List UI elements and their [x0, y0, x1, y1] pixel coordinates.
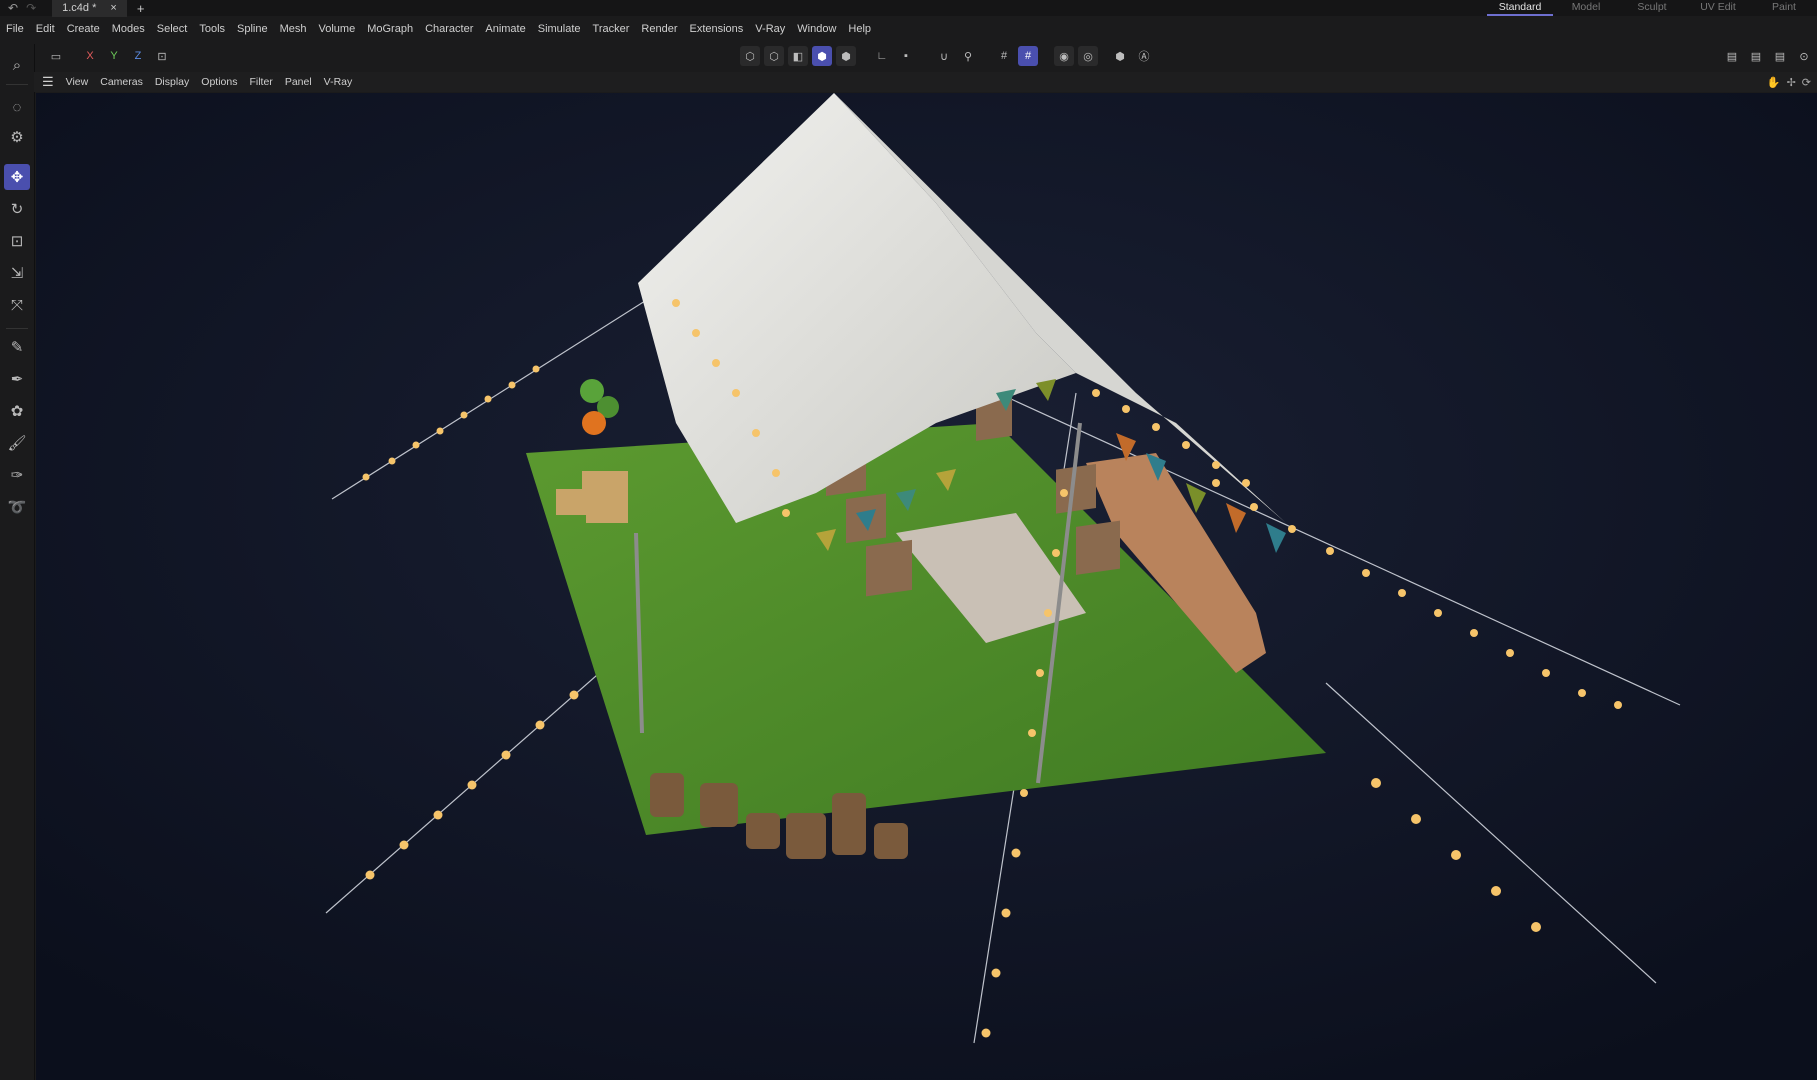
spline-sketch-icon[interactable]: ✒: [4, 366, 30, 392]
undo-icon[interactable]: ↶: [8, 1, 18, 15]
grid-snap-icon[interactable]: #: [994, 46, 1014, 66]
layout-tab-sculpt[interactable]: Sculpt: [1619, 0, 1685, 16]
close-tab-icon[interactable]: ×: [110, 2, 116, 14]
scale-tool-icon[interactable]: ⊡: [4, 228, 30, 254]
knife-icon[interactable]: ✑: [4, 462, 30, 488]
spline-smooth-icon[interactable]: ✿: [4, 398, 30, 424]
render-view-icon[interactable]: ◉: [1054, 46, 1074, 66]
orbit-icon[interactable]: ⟳: [1802, 76, 1811, 89]
lasso-icon[interactable]: ➰: [4, 494, 30, 520]
menu-render[interactable]: Render: [641, 23, 677, 35]
viewport-navigation: ✋ ✢ ⟳: [1767, 72, 1811, 92]
dolly-icon[interactable]: ✢: [1787, 76, 1796, 89]
live-selection-icon[interactable]: ◌: [4, 94, 30, 120]
viewport-menu-icon[interactable]: ☰: [42, 74, 54, 90]
axis-y-toggle[interactable]: Y: [104, 46, 124, 66]
workplane-icon[interactable]: ▪: [896, 46, 916, 66]
menu-help[interactable]: Help: [848, 23, 871, 35]
menu-extensions[interactable]: Extensions: [689, 23, 743, 35]
auto-keying-icon[interactable]: Ⓐ: [1134, 46, 1154, 66]
model-mode-icon[interactable]: ⬢: [812, 46, 832, 66]
pan-icon[interactable]: ✋: [1767, 76, 1781, 89]
snapping-icon[interactable]: #: [1018, 46, 1038, 66]
axis-x-toggle[interactable]: X: [80, 46, 100, 66]
menu-file[interactable]: File: [6, 23, 24, 35]
viewport-menu-filter[interactable]: Filter: [249, 76, 272, 88]
menu-mesh[interactable]: Mesh: [280, 23, 307, 35]
add-tab-icon[interactable]: +: [137, 1, 145, 16]
document-tab-label: 1.c4d *: [62, 2, 97, 14]
layout-tab-standard[interactable]: Standard: [1487, 0, 1553, 16]
document-tab[interactable]: 1.c4d * ×: [52, 0, 127, 17]
menu-modes[interactable]: Modes: [112, 23, 145, 35]
menu-spline[interactable]: Spline: [237, 23, 268, 35]
render-settings-icon[interactable]: ◎: [1078, 46, 1098, 66]
menu-vray[interactable]: V-Ray: [755, 23, 785, 35]
scene-render: [36, 93, 1817, 1080]
archive-icon[interactable]: ▭: [46, 46, 66, 66]
menu-volume[interactable]: Volume: [319, 23, 356, 35]
menu-window[interactable]: Window: [797, 23, 836, 35]
layout-tab-model[interactable]: Model: [1553, 0, 1619, 16]
menu-edit[interactable]: Edit: [36, 23, 55, 35]
viewport-3d[interactable]: [36, 93, 1817, 1080]
viewport-menu-view[interactable]: View: [66, 76, 89, 88]
viewport-menu-bar: ☰ View Cameras Display Options Filter Pa…: [34, 72, 1817, 92]
left-toolbar: ⌕ ◌ ⚙ ✥ ↻ ⊡ ⇲ ⤧ ✎ ✒ ✿ 🖌 ✑ ➰: [0, 44, 35, 1080]
axis-z-toggle[interactable]: Z: [128, 46, 148, 66]
polygons-mode-icon[interactable]: ◧: [788, 46, 808, 66]
move-tool-icon[interactable]: ✥: [4, 164, 30, 190]
select-tool-icon[interactable]: ⚙: [4, 124, 30, 150]
spline-pen-icon[interactable]: ✎: [4, 334, 30, 360]
vray-icon[interactable]: ⬢: [1110, 46, 1130, 66]
title-bar: ↶ ↷ 1.c4d * × + Standard Model Sculpt UV…: [0, 0, 1817, 17]
texture-mode-icon[interactable]: ⬢: [836, 46, 856, 66]
menu-simulate[interactable]: Simulate: [538, 23, 581, 35]
magnet-icon[interactable]: ∪: [934, 46, 954, 66]
transform-tool-icon[interactable]: ⤧: [4, 292, 30, 318]
redo-icon[interactable]: ↷: [26, 1, 36, 15]
points-mode-icon[interactable]: ⬡: [740, 46, 760, 66]
render-to-viewer-icon[interactable]: ▤: [1746, 46, 1766, 66]
brush-icon[interactable]: 🖌: [4, 430, 30, 456]
viewport-menu-options[interactable]: Options: [201, 76, 237, 88]
viewport-menu-display[interactable]: Display: [155, 76, 189, 88]
edges-mode-icon[interactable]: ⬡: [764, 46, 784, 66]
divider: [6, 328, 28, 329]
menu-select[interactable]: Select: [157, 23, 188, 35]
menu-character[interactable]: Character: [425, 23, 473, 35]
render-picture-viewer-icon[interactable]: ▤: [1722, 46, 1742, 66]
rotate-tool-icon[interactable]: ↻: [4, 196, 30, 222]
render-queue-icon[interactable]: ▤: [1770, 46, 1790, 66]
top-toolbar: ▭ X Y Z ⊡ ⬡ ⬡ ◧ ⬢ ⬢ ∟ ▪ ∪ ⚲ # # ◉ ◎ ⬢ Ⓐ …: [40, 44, 1817, 70]
viewport-menu-cameras[interactable]: Cameras: [100, 76, 143, 88]
viewport-menu-vray[interactable]: V-Ray: [324, 76, 353, 88]
coordinate-system-icon[interactable]: ⊡: [152, 46, 172, 66]
layout-switcher: Standard Model Sculpt UV Edit Paint: [1487, 0, 1817, 16]
viewport-menu-panel[interactable]: Panel: [285, 76, 312, 88]
menu-create[interactable]: Create: [67, 23, 100, 35]
search-icon[interactable]: ⌕: [4, 52, 30, 78]
layout-tab-paint[interactable]: Paint: [1751, 0, 1817, 16]
menu-tools[interactable]: Tools: [199, 23, 225, 35]
axis-mode-icon[interactable]: ∟: [872, 46, 892, 66]
main-menu-bar: File Edit Create Modes Select Tools Spli…: [0, 18, 1817, 40]
menu-animate[interactable]: Animate: [485, 23, 525, 35]
divider: [6, 84, 28, 85]
menu-mograph[interactable]: MoGraph: [367, 23, 413, 35]
menu-tracker[interactable]: Tracker: [593, 23, 630, 35]
render-extra-icon[interactable]: ⊙: [1794, 46, 1814, 66]
transfer-tool-icon[interactable]: ⇲: [4, 260, 30, 286]
soft-selection-icon[interactable]: ⚲: [958, 46, 978, 66]
layout-tab-uv-edit[interactable]: UV Edit: [1685, 0, 1751, 16]
